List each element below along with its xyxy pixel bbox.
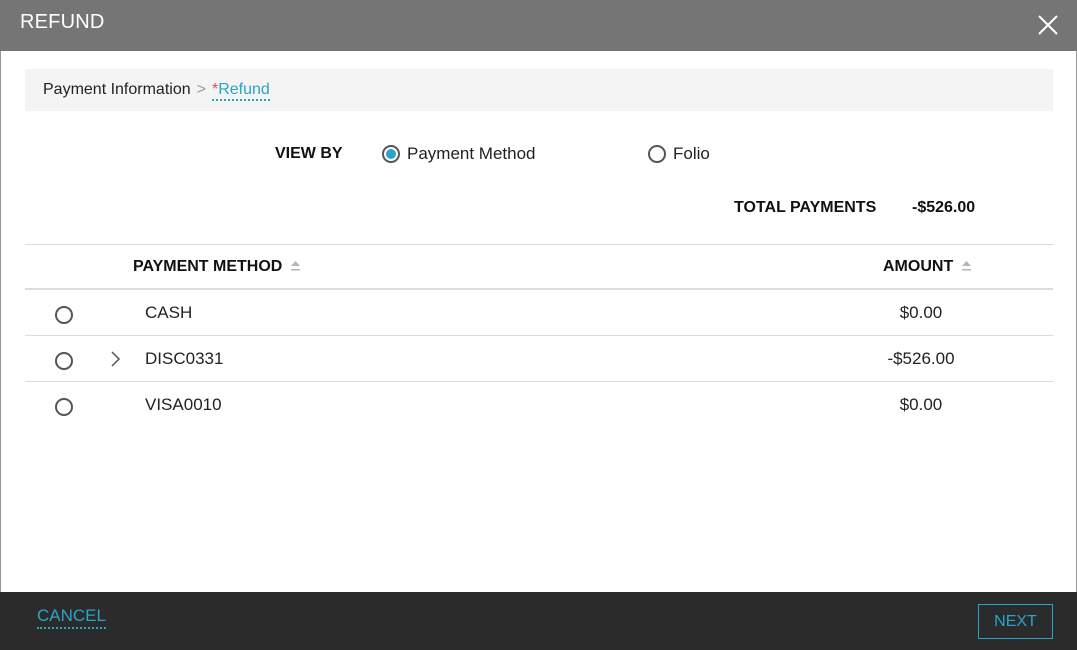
view-by-payment-method-label: Payment Method: [407, 144, 536, 163]
column-header-amount-label: AMOUNT: [883, 258, 954, 275]
sort-icon[interactable]: [962, 261, 972, 273]
breadcrumb-current[interactable]: *Refund: [211, 81, 270, 101]
table-row[interactable]: VISA0010 $0.00: [25, 382, 1053, 428]
total-payments-label: TOTAL PAYMENTS: [734, 199, 877, 216]
cancel-link[interactable]: CANCEL: [37, 606, 106, 629]
view-by-label: VIEW BY: [275, 145, 343, 162]
radio-unselected-icon[interactable]: [648, 145, 666, 163]
table-row[interactable]: DISC0331 -$526.00: [25, 336, 1053, 382]
view-by-folio-label: Folio: [673, 144, 710, 163]
row-select-radio[interactable]: [55, 398, 73, 416]
row-select-radio[interactable]: [55, 352, 73, 370]
view-by-folio-option[interactable]: Folio: [648, 143, 710, 165]
next-button[interactable]: NEXT: [978, 604, 1053, 639]
row-select-radio[interactable]: [55, 306, 73, 324]
amount-cell: -$526.00: [887, 349, 955, 368]
amount-cell: $0.00: [899, 303, 943, 322]
dialog-footer: CANCEL NEXT: [0, 592, 1077, 650]
column-header-amount[interactable]: AMOUNT: [883, 258, 972, 276]
total-payments-value: -$526.00: [912, 199, 976, 216]
payment-method-cell: VISA0010: [145, 395, 222, 414]
breadcrumb-current-label: Refund: [218, 81, 270, 98]
payment-method-cell: CASH: [145, 303, 193, 322]
dialog-title: REFUND: [20, 11, 105, 33]
breadcrumb: Payment Information > *Refund: [25, 69, 1053, 111]
sort-icon[interactable]: [291, 261, 301, 273]
column-header-payment-method-label: PAYMENT METHOD: [133, 258, 283, 275]
radio-selected-icon[interactable]: [382, 145, 400, 163]
dialog-title-bar: REFUND: [0, 0, 1077, 51]
breadcrumb-separator: >: [196, 81, 206, 98]
payment-method-cell: DISC0331: [145, 349, 224, 368]
table-row[interactable]: CASH $0.00: [25, 290, 1053, 336]
breadcrumb-parent: Payment Information: [43, 81, 191, 98]
chevron-right-icon[interactable]: [109, 350, 121, 368]
column-header-payment-method[interactable]: PAYMENT METHOD: [133, 258, 301, 276]
view-by-payment-method-option[interactable]: Payment Method: [382, 143, 536, 165]
table-header: PAYMENT METHOD AMOUNT: [25, 244, 1053, 290]
amount-cell: $0.00: [899, 395, 943, 414]
payments-table: PAYMENT METHOD AMOUNT CASH $0.00 DISC033…: [25, 244, 1053, 428]
close-icon[interactable]: [1035, 12, 1061, 38]
